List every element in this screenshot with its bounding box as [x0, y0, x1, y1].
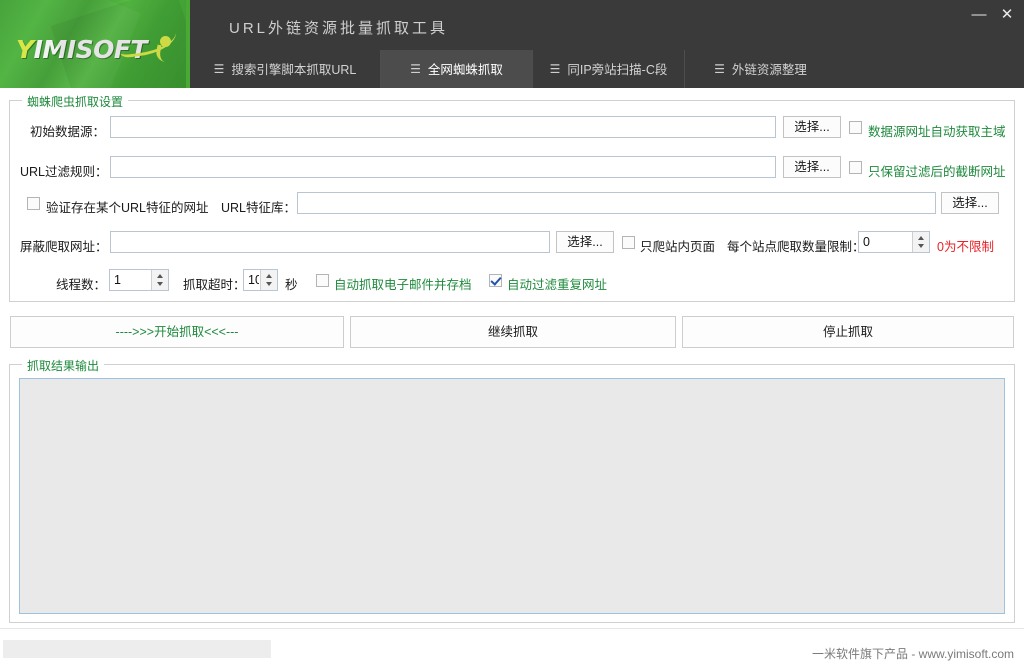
timeout-spinner[interactable]: [243, 269, 278, 291]
menu-icon: ☰: [714, 62, 725, 76]
threads-input[interactable]: [110, 270, 154, 290]
close-icon[interactable]: ✕: [994, 4, 1020, 26]
site-limit-spin-buttons: [912, 232, 929, 252]
output-textarea[interactable]: [19, 378, 1005, 614]
logo-dot-icon: [160, 36, 171, 47]
crawler-settings-title: 蜘蛛爬虫抓取设置: [22, 93, 129, 110]
spinner-up-icon[interactable]: [152, 270, 168, 280]
swoosh-icon: [117, 22, 179, 59]
brand-logo-text: YIMISOFT: [16, 35, 147, 64]
site-limit-label: 每个站点爬取数量限制：: [727, 240, 865, 254]
minimize-icon[interactable]: —: [966, 4, 992, 26]
spinner-up-icon[interactable]: [261, 270, 277, 280]
footer-branding: 一米软件旗下产品 - www.yimisoft.com: [811, 647, 1014, 661]
start-crawl-button[interactable]: ---->>>开始抓取<<<---: [10, 316, 344, 348]
auto-dedup-checkbox[interactable]: [489, 274, 502, 287]
source-auto-domain-checkbox[interactable]: [849, 121, 862, 134]
tab-web-spider-crawl[interactable]: ☰ 全网蜘蛛抓取: [380, 50, 532, 88]
spinner-up-icon[interactable]: [913, 232, 929, 242]
menu-icon: ☰: [213, 62, 225, 76]
filter-browse-button[interactable]: 选择...: [783, 156, 841, 178]
timeout-spin-buttons: [260, 270, 277, 290]
timeout-label: 抓取超时：: [183, 278, 246, 292]
brand-logo-panel: YIMISOFT: [0, 0, 186, 88]
auto-dedup-label: 自动过滤重复网址: [507, 278, 608, 292]
verify-feature-checkbox[interactable]: [27, 197, 40, 210]
brand-logo-name: IMISOFT: [33, 35, 148, 64]
brand-logo-prefix: Y: [16, 35, 34, 64]
feature-lib-label: URL特征库：: [221, 201, 297, 215]
source-auto-domain-label: 数据源网址自动获取主域: [868, 125, 1006, 139]
menu-icon: ☰: [549, 62, 561, 76]
window-title: URL外链资源批量抓取工具: [229, 20, 449, 37]
feature-lib-browse-button[interactable]: 选择...: [941, 192, 999, 214]
output-group-title: 抓取结果输出: [22, 357, 105, 374]
tab-label: 搜索引擎脚本抓取URL: [231, 63, 357, 77]
window-header: YIMISOFT URL外链资源批量抓取工具 — ✕ ☰ 搜索引擎脚本抓取URL …: [0, 0, 1024, 96]
keep-truncated-checkbox[interactable]: [849, 161, 862, 174]
keep-truncated-label: 只保留过滤后的截断网址: [868, 165, 1006, 179]
tab-search-engine-script[interactable]: ☰ 搜索引擎脚本抓取URL: [190, 50, 380, 88]
source-label: 初始数据源：: [30, 125, 106, 139]
stop-crawl-button[interactable]: 停止抓取: [682, 316, 1014, 348]
only-internal-label: 只爬站内页面: [640, 240, 716, 254]
source-browse-button[interactable]: 选择...: [783, 116, 841, 138]
block-label: 屏蔽爬取网址：: [20, 240, 108, 254]
filter-label: URL过滤规则：: [20, 165, 108, 179]
auto-email-label: 自动抓取电子邮件并存档: [334, 278, 472, 292]
status-progress-block: [3, 640, 271, 658]
swoosh-tail-icon: [154, 44, 176, 64]
tab-outlink-organize[interactable]: ☰ 外链资源整理: [684, 50, 836, 88]
feature-lib-input[interactable]: [297, 192, 936, 214]
tab-label: 外链资源整理: [731, 63, 807, 77]
filter-input[interactable]: [110, 156, 776, 178]
active-tab-pointer-icon: [440, 88, 458, 96]
block-input[interactable]: [110, 231, 550, 253]
block-browse-button[interactable]: 选择...: [556, 231, 614, 253]
spinner-down-icon[interactable]: [152, 280, 168, 290]
tab-same-ip-scan[interactable]: ☰ 同IP旁站扫描-C段: [532, 50, 684, 88]
tab-label: 同IP旁站扫描-C段: [567, 63, 668, 77]
only-internal-checkbox[interactable]: [622, 236, 635, 249]
timeout-unit-label: 秒: [285, 278, 298, 292]
source-input[interactable]: [110, 116, 776, 138]
auto-email-checkbox[interactable]: [316, 274, 329, 287]
spinner-down-icon[interactable]: [913, 242, 929, 252]
verify-feature-label: 验证存在某个URL特征的网址: [46, 201, 209, 215]
tab-bar: ☰ 搜索引擎脚本抓取URL ☰ 全网蜘蛛抓取 ☰ 同IP旁站扫描-C段 ☰ 外链资源整理: [190, 50, 1024, 96]
threads-spin-buttons: [151, 270, 168, 290]
continue-crawl-button[interactable]: 继续抓取: [350, 316, 676, 348]
site-limit-spinner[interactable]: [858, 231, 930, 253]
menu-icon: ☰: [410, 62, 421, 76]
threads-spinner[interactable]: [109, 269, 169, 291]
spinner-down-icon[interactable]: [261, 280, 277, 290]
tab-label: 全网蜘蛛抓取: [427, 63, 503, 77]
threads-label: 线程数：: [56, 278, 107, 292]
site-limit-hint: 0为不限制: [937, 240, 994, 254]
site-limit-input[interactable]: [859, 232, 915, 252]
